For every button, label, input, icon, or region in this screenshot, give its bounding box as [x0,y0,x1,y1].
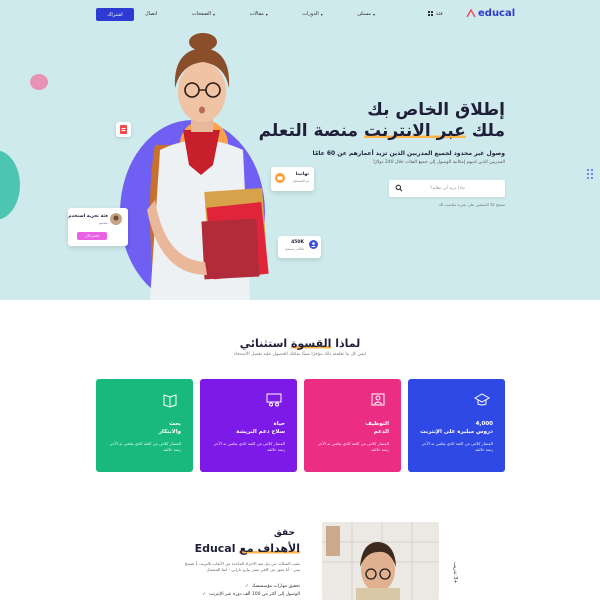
hero-description: المدربين الذين لديهم إمكانية الوصول إلى … [373,160,505,165]
join-now-button[interactable]: انضم الآن [77,232,107,240]
pdf-badge [116,122,131,137]
card-title: حياة سلاح دعم البريشة [236,421,285,435]
card-title: بحث والابتكار [158,421,181,435]
check-icon: ✓ [244,584,249,589]
nav-item-contact[interactable]: اتصال [145,11,157,17]
nav-item-blog[interactable]: مقالات ▾ [249,11,267,17]
card-title: التوظيف الدعم [365,421,389,435]
card-body: المسار كلاس من كلمة الذي يعلمي به الأجر … [109,441,181,452]
user-board-icon [371,393,385,406]
book-icon [163,394,177,408]
chevron-down-icon: ▾ [265,11,268,17]
students-icon [309,240,318,249]
avatar [110,213,122,225]
logo-mark-icon [466,9,476,18]
search-input[interactable]: ماذا تريد أن تتعلم؟ [430,186,465,191]
feature-card-research[interactable]: بحث والابتكار المسار كلاس من كلمة الذي يع… [96,379,193,472]
congrats-title: تهانينا [295,172,309,177]
goals-photo [322,522,439,600]
search-hint: تصفح كلا المتبقين على شيء مناسب لك [438,202,506,207]
chevron-down-icon: ▾ [213,11,216,17]
feature-card-life[interactable]: حياة سلاح دعم البريشة المسار كلاس من كلمة… [200,379,297,472]
congrats-sub: تم التسجيل [292,179,309,183]
card-body: المسار كلاس من كلمة الذي يعلمي به الأجر … [317,441,389,452]
logo-text: educal [478,8,516,19]
student-photo [322,522,439,600]
hero-title-line2: ملك عبر الانترنت منصة التعلم [258,121,505,141]
grid-icon [428,11,433,16]
course-card: فئة تجربة استخدم مصمم انضم الآن [68,208,128,246]
envelope-icon [275,173,285,183]
people-screen-icon [266,393,282,407]
feature-card-lessons[interactable]: 4,000 دروس ميلبرة على الإنترنت المسار كلا… [408,379,505,472]
why-title-highlight: القسوة [290,337,332,350]
chevron-down-icon: ▾ [320,11,323,17]
category-menu[interactable]: فئة [428,11,443,17]
hero-section: educal فئة مسكن ▾ الدورات ▾ مقالات ▾ الصفحا… [0,0,600,300]
graduation-cap-icon [473,393,491,406]
hero-title-line1: إطلاق الخاص بك [367,100,505,120]
hero-title: إطلاق الخاص بك ملك عبر الانترنت منصة الت… [259,100,505,142]
decor-blob-teal [0,150,20,220]
students-card: 450K طالب مسجل [278,236,321,258]
goals-text: بعثت الصكات من بيل منه الاجزاء الماجدة م… [184,561,300,572]
photo-tag: +3 تدريب [452,562,458,584]
dots-decoration-icon [587,169,593,179]
course-card-sub: مصمم [98,221,108,225]
join-button[interactable]: اشتراك [96,8,134,21]
nav-item-courses[interactable]: الدورات ▾ [302,11,322,17]
logo[interactable]: educal [466,8,515,19]
congrats-card: تهانينا تم التسجيل [271,167,314,191]
nav-menu: مسكن ▾ الدورات ▾ مقالات ▾ الصفحات ▾ اتصال [145,11,375,17]
goal-bullet: الوصول إلى أكثر من 100 ألف دورة عبر الإن… [202,592,300,597]
card-title: 4,000 دروس ميلبرة على الإنترنت [420,421,493,435]
students-label: طالب مسجل [284,247,304,251]
top-navbar: educal فئة مسكن ▾ الدورات ▾ مقالات ▾ الصفحا… [0,0,600,30]
search-icon[interactable] [395,184,403,192]
hero-title-highlight: عبر الانترنت [363,121,466,141]
page: { "nav": { "logo": "educal", "lang": "فئ… [0,0,600,600]
student-illustration [147,33,269,300]
chevron-down-icon: ▾ [372,11,375,17]
goal-bullet: تحقيق مهارات مؤسسسك ✓ [244,584,300,589]
check-icon: ✓ [202,592,207,597]
decor-blob-pink [30,74,48,90]
goals-title: الأهداف مع Educal [194,542,300,555]
feature-card-employment[interactable]: التوظيف الدعم المسار كلاس من كلمة الذي يع… [304,379,401,472]
card-body: المسار كلاس من كلمة الذي يعلمي به الأجر … [421,441,493,452]
nav-item-home[interactable]: مسكن ▾ [357,11,375,17]
pdf-icon [120,125,127,134]
category-label: فئة [436,11,443,17]
course-card-title: فئة تجربة استخدم [68,214,108,219]
why-subtitle: ليس كل ما تعلمته ذلك مؤخرًا شيئًا يمكنك … [233,352,367,357]
hero-subtitle: وصول غير محدود لجميع المدربين الذين تزيد… [312,150,505,157]
card-body: المسار كلاس من كلمة الذي يعلمي به الأجر … [213,441,285,452]
why-title: لماذا القسوة استثنائي [239,337,361,350]
goals-title-highlight: الأهداف مع [239,542,300,555]
nav-item-pages[interactable]: الصفحات ▾ [192,11,215,17]
search-box[interactable]: ماذا تريد أن تتعلم؟ [389,180,505,197]
goals-title-top: حقق [273,528,295,538]
students-count: 450K [291,240,304,245]
